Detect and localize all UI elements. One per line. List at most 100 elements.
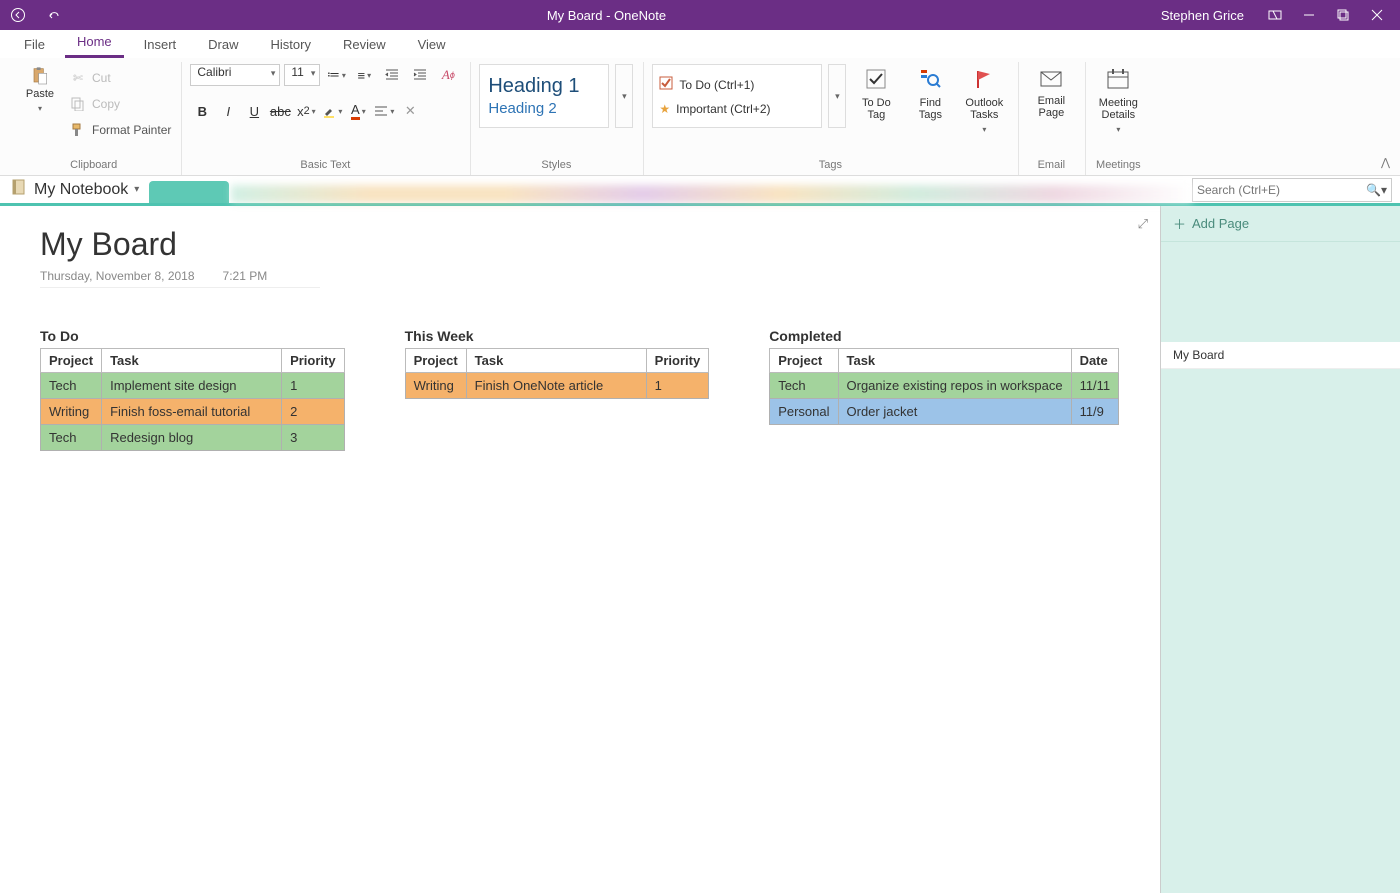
font-color-button[interactable]: A▾ xyxy=(346,100,370,122)
underline-button[interactable]: U xyxy=(242,100,266,122)
cell[interactable]: Redesign blog xyxy=(102,425,282,451)
strikethrough-button[interactable]: abc xyxy=(268,100,292,122)
outlook-tasks-button[interactable]: Outlook Tasks ▾ xyxy=(960,64,1008,134)
todo-tag-button[interactable]: To Do Tag xyxy=(852,64,900,121)
cell[interactable]: Order jacket xyxy=(838,399,1071,425)
page-canvas[interactable]: ⤢ My Board Thursday, November 8, 2018 7:… xyxy=(0,206,1160,893)
ribbon-group-tags: To Do (Ctrl+1) ★ Important (Ctrl+2) ▾ To… xyxy=(644,62,1019,175)
plus-icon: ＋ xyxy=(1173,214,1186,233)
page-title[interactable]: My Board xyxy=(40,226,1120,263)
font-size-select[interactable]: 11 xyxy=(284,64,320,86)
table-todo[interactable]: ProjectTaskPriorityTechImplement site de… xyxy=(40,348,345,451)
table-row[interactable]: WritingFinish OneNote article1 xyxy=(405,373,709,399)
ribbon-group-styles: Heading 1 Heading 2 ▾ Styles xyxy=(471,62,644,175)
table-row[interactable]: TechOrganize existing repos in workspace… xyxy=(770,373,1119,399)
table-row[interactable]: PersonalOrder jacket11/9 xyxy=(770,399,1119,425)
cell[interactable]: Personal xyxy=(770,399,838,425)
cut-button[interactable]: ✄ Cut xyxy=(70,68,171,88)
ribbon: Paste ▾ ✄ Cut Copy Form xyxy=(0,58,1400,176)
table-row[interactable]: TechImplement site design1 xyxy=(41,373,345,399)
undo-button[interactable] xyxy=(44,5,64,25)
paintbrush-icon xyxy=(70,122,86,138)
search-tags-icon xyxy=(919,68,941,93)
copy-button[interactable]: Copy xyxy=(70,94,171,114)
table-completed[interactable]: ProjectTaskDateTechOrganize existing rep… xyxy=(769,348,1119,425)
search-input[interactable] xyxy=(1197,183,1366,197)
cell[interactable]: 11/9 xyxy=(1071,399,1119,425)
checkbox-icon xyxy=(659,76,673,93)
collapse-ribbon-button[interactable]: ⋀ xyxy=(1381,156,1390,169)
align-button[interactable]: ▾ xyxy=(372,100,396,122)
cell[interactable]: Finish OneNote article xyxy=(466,373,646,399)
cell[interactable]: 1 xyxy=(646,373,709,399)
col-header: Project xyxy=(405,349,466,373)
notebook-selector[interactable]: My Notebook ▾ xyxy=(0,178,149,201)
highlight-button[interactable]: ▾ xyxy=(320,100,344,122)
tab-view[interactable]: View xyxy=(406,33,458,58)
indent-button[interactable] xyxy=(408,64,432,86)
board-completed[interactable]: Completed ProjectTaskDateTechOrganize ex… xyxy=(769,328,1119,451)
tab-insert[interactable]: Insert xyxy=(132,33,189,58)
user-name[interactable]: Stephen Grice xyxy=(1149,8,1256,23)
tags-dropdown[interactable]: ▾ xyxy=(828,64,846,128)
search-box[interactable]: 🔍▾ xyxy=(1192,178,1392,202)
main-area: ⤢ My Board Thursday, November 8, 2018 7:… xyxy=(0,206,1400,893)
board-todo[interactable]: To Do ProjectTaskPriorityTechImplement s… xyxy=(40,328,345,451)
ribbon-group-clipboard: Paste ▾ ✄ Cut Copy Form xyxy=(8,62,182,175)
font-family-select[interactable]: Calibri xyxy=(190,64,280,86)
table-row[interactable]: WritingFinish foss-email tutorial2 xyxy=(41,399,345,425)
cell[interactable]: Organize existing repos in workspace xyxy=(838,373,1071,399)
section-tabs-overflow xyxy=(231,185,1192,203)
tag-important[interactable]: ★ Important (Ctrl+2) xyxy=(659,102,815,116)
back-button[interactable] xyxy=(8,5,28,25)
table-row[interactable]: TechRedesign blog3 xyxy=(41,425,345,451)
styles-dropdown[interactable]: ▾ xyxy=(615,64,633,128)
superscript-button[interactable]: x2▾ xyxy=(294,100,318,122)
cell[interactable]: 1 xyxy=(282,373,345,399)
outdent-button[interactable] xyxy=(380,64,404,86)
cell[interactable]: 2 xyxy=(282,399,345,425)
expand-icon[interactable]: ⤢ xyxy=(1138,216,1148,232)
bullet-list-button[interactable]: ≔▾ xyxy=(324,64,348,86)
add-page-button[interactable]: ＋ Add Page xyxy=(1161,206,1400,242)
tags-gallery[interactable]: To Do (Ctrl+1) ★ Important (Ctrl+2) xyxy=(652,64,822,128)
cell[interactable]: Writing xyxy=(41,399,102,425)
close-button[interactable] xyxy=(1362,1,1392,29)
cell[interactable]: Tech xyxy=(41,373,102,399)
notebook-icon xyxy=(10,178,28,201)
cell[interactable]: Writing xyxy=(405,373,466,399)
maximize-button[interactable] xyxy=(1328,1,1358,29)
tab-file[interactable]: File xyxy=(12,33,57,58)
cell[interactable]: Tech xyxy=(41,425,102,451)
cell[interactable]: Tech xyxy=(770,373,838,399)
styles-gallery[interactable]: Heading 1 Heading 2 xyxy=(479,64,609,128)
clear-formatting-button[interactable]: Aϕ xyxy=(436,64,460,86)
tab-draw[interactable]: Draw xyxy=(196,33,250,58)
cell[interactable]: 3 xyxy=(282,425,345,451)
bold-button[interactable]: B xyxy=(190,100,214,122)
paste-button[interactable]: Paste ▾ xyxy=(16,64,64,113)
board-thisweek[interactable]: This Week ProjectTaskPriorityWritingFini… xyxy=(405,328,710,451)
find-tags-button[interactable]: Find Tags xyxy=(906,64,954,121)
tab-history[interactable]: History xyxy=(259,33,323,58)
email-page-button[interactable]: Email Page xyxy=(1027,64,1075,119)
format-painter-button[interactable]: Format Painter xyxy=(70,120,171,140)
ribbon-group-meetings: Meeting Details ▾ Meetings xyxy=(1086,62,1152,175)
section-tabs[interactable] xyxy=(149,176,1192,203)
cell[interactable]: Finish foss-email tutorial xyxy=(102,399,282,425)
page-list-item[interactable]: My Board xyxy=(1161,342,1400,369)
ribbon-display-button[interactable] xyxy=(1260,1,1290,29)
cell[interactable]: Implement site design xyxy=(102,373,282,399)
tag-todo[interactable]: To Do (Ctrl+1) xyxy=(659,76,815,93)
delete-button[interactable]: ✕ xyxy=(398,100,422,122)
tab-review[interactable]: Review xyxy=(331,33,398,58)
cell[interactable]: 11/11 xyxy=(1071,373,1119,399)
search-icon[interactable]: 🔍▾ xyxy=(1366,183,1387,197)
minimize-button[interactable] xyxy=(1294,1,1324,29)
numbered-list-button[interactable]: ≡▾ xyxy=(352,64,376,86)
meeting-details-button[interactable]: Meeting Details ▾ xyxy=(1094,64,1142,134)
section-tab-active[interactable] xyxy=(149,181,229,203)
italic-button[interactable]: I xyxy=(216,100,240,122)
tab-home[interactable]: Home xyxy=(65,30,124,58)
table-thisweek[interactable]: ProjectTaskPriorityWritingFinish OneNote… xyxy=(405,348,710,399)
